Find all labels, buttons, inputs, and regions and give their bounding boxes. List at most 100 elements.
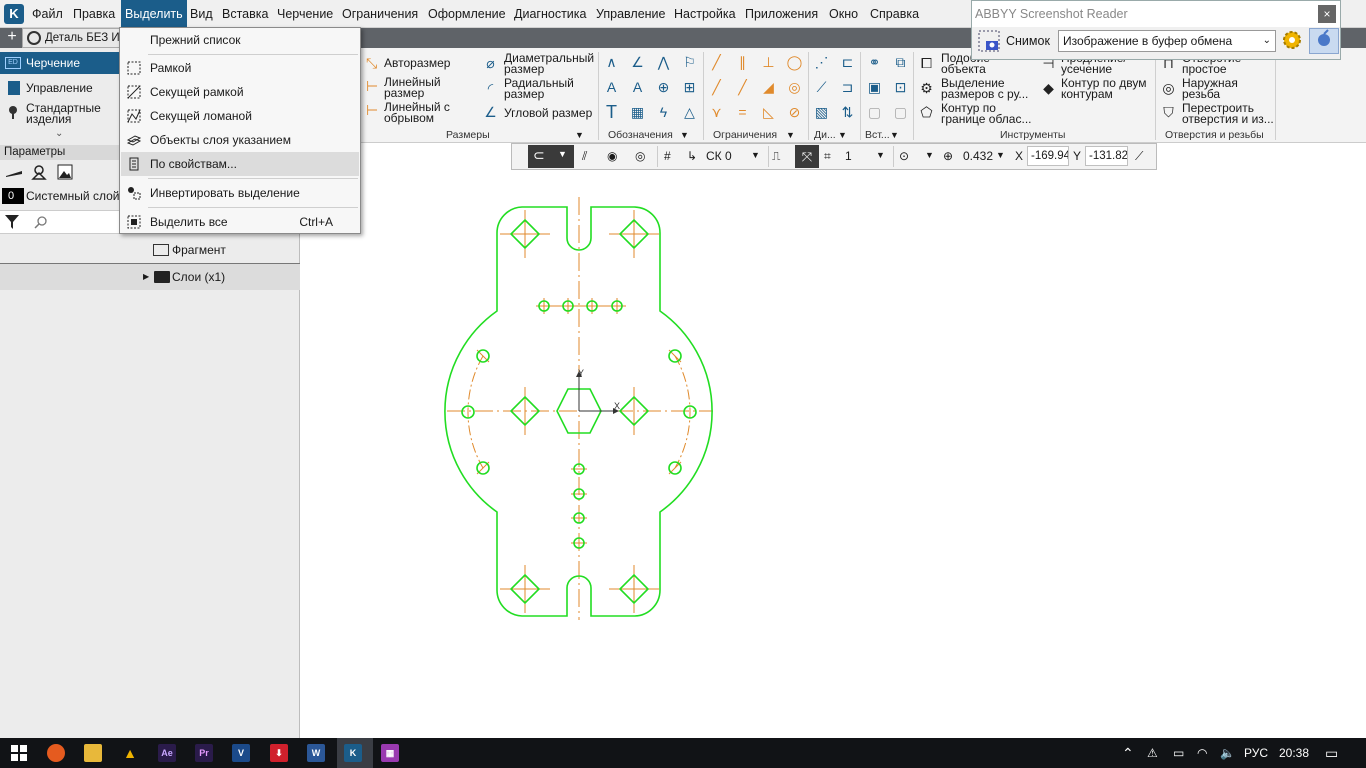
orthogonal-icon[interactable]: ⫽ [582, 148, 587, 164]
menu-drawing[interactable]: Черчение [277, 0, 333, 28]
y-coord-field[interactable]: -131.82 [1085, 146, 1128, 166]
tangent-constraint-icon[interactable]: ◯ [786, 54, 803, 71]
screenshot-reader-icon[interactable]: ▦ [381, 744, 399, 762]
symmetry-constraint-icon[interactable]: ⋎ [708, 104, 725, 121]
external-thread-label-2[interactable]: резьба [1182, 88, 1220, 100]
menu-item-by-properties[interactable]: По свойствам... [121, 152, 359, 176]
angular-dim-label[interactable]: Угловой размер [504, 107, 592, 119]
zoom-icon[interactable]: ⊕ [943, 148, 953, 164]
tray-language[interactable]: РУС [1244, 738, 1268, 768]
horizontal-constraint-icon[interactable]: ╱ [708, 54, 725, 71]
roughness-icon[interactable]: ∧ [603, 54, 620, 71]
contour-region-label-2[interactable]: границе облас... [941, 113, 1032, 125]
image-icon[interactable] [57, 164, 73, 180]
diag1-icon[interactable]: ⋰ [813, 54, 830, 71]
menu-window[interactable]: Окно [829, 0, 858, 28]
diag6-icon[interactable]: ⇅ [839, 104, 856, 121]
diag5-icon[interactable]: ▧ [813, 104, 830, 121]
group-diag-dropdown-icon[interactable]: ▼ [838, 130, 847, 140]
equal-length-icon[interactable]: = [734, 104, 751, 121]
tray-volume-icon[interactable]: 🔈 [1220, 738, 1235, 768]
menu-insert[interactable]: Вставка [222, 0, 268, 28]
leader2-icon[interactable]: A [629, 79, 646, 96]
simple-hole-label-2[interactable]: простое [1182, 63, 1227, 75]
premiere-icon[interactable]: Pr [195, 744, 213, 762]
eye-icon[interactable]: ◎ [635, 148, 645, 164]
radial-dim-label-2[interactable]: размер [504, 88, 544, 100]
menu-item-previous-list[interactable]: Прежний список [121, 28, 359, 52]
leader-icon[interactable]: A [603, 79, 620, 96]
insert2-icon[interactable]: ⧉ [892, 54, 909, 71]
cs-select[interactable]: СК 0 [706, 148, 732, 164]
search-icon[interactable] [34, 215, 48, 229]
diameter-dim-label-2[interactable]: размер [504, 63, 544, 75]
new-tab-plus-icon[interactable]: + [4, 28, 20, 48]
step-icon[interactable]: ⎍ [772, 148, 780, 164]
menu-item-frame[interactable]: Рамкой [121, 56, 359, 80]
app-triangle-icon[interactable]: ▲ [121, 744, 139, 762]
menu-applications[interactable]: Приложения [745, 0, 818, 28]
abbyy-mode-select[interactable]: Изображение в буфер обмена ⌄ [1058, 30, 1276, 52]
file-explorer-icon[interactable] [84, 744, 102, 762]
tree-item-layers[interactable]: Слои (x1) [172, 271, 225, 284]
app-logo-icon[interactable]: K [4, 4, 24, 24]
select-dims-label-2[interactable]: размеров с ру... [941, 88, 1028, 100]
zoom-window-dropdown-icon[interactable]: ▼ [925, 150, 934, 160]
menu-help[interactable]: Справка [870, 0, 919, 28]
parallel-constraint-icon[interactable]: ∥ [734, 54, 751, 71]
eyedropper-icon[interactable]: ⟋ [1135, 148, 1143, 164]
grid-icon[interactable]: # [664, 148, 671, 164]
downloader-icon[interactable]: ⬇ [270, 744, 288, 762]
collapse-chevron-icon[interactable]: ⌄ [55, 128, 63, 139]
menu-item-layer-objects[interactable]: Объекты слоя указанием [121, 128, 359, 152]
firefox-icon[interactable] [47, 744, 65, 762]
windows-start-icon[interactable] [11, 745, 27, 761]
menu-design[interactable]: Оформление [428, 0, 506, 28]
collinear-constraint-icon[interactable]: ╱ [708, 79, 725, 96]
insert3-icon[interactable]: ⊡ [892, 79, 909, 96]
fix-constraint-icon[interactable]: ◢ [760, 79, 777, 96]
local-cs-button[interactable]: ⤧ [795, 145, 819, 168]
zoom-window-icon[interactable]: ⊙ [899, 148, 909, 164]
menu-constraints[interactable]: Ограничения [342, 0, 418, 28]
linear-break-label-2[interactable]: обрывом [384, 112, 434, 124]
tray-wifi-icon[interactable]: ◠ [1197, 738, 1207, 768]
group-designations-dropdown-icon[interactable]: ▼ [680, 130, 689, 140]
show-icon[interactable]: ◉ [607, 148, 617, 164]
menu-management[interactable]: Управление [596, 0, 666, 28]
menu-diagnostics[interactable]: Диагностика [514, 0, 586, 28]
menu-item-select-all[interactable]: Выделить все Ctrl+A [121, 210, 359, 234]
group-sizes[interactable]: Размеры [446, 128, 490, 142]
filter-icon[interactable] [4, 214, 20, 230]
diag3-icon[interactable]: ⟋ [813, 79, 830, 96]
table-icon[interactable]: ▦ [629, 104, 646, 121]
tray-clock[interactable]: 20:38 [1279, 738, 1309, 768]
group-tools[interactable]: Инструменты [1000, 128, 1065, 142]
menu-view[interactable]: Вид [190, 0, 213, 28]
group-holes[interactable]: Отверстия и резьбы [1165, 128, 1264, 142]
group-insert[interactable]: Вст... [865, 128, 890, 142]
tab-management[interactable]: Управление [26, 82, 93, 94]
cs-dropdown-icon[interactable]: ▼ [751, 150, 760, 160]
drawing-canvas[interactable]: X Y [301, 170, 1366, 738]
perpendicular-constraint-icon[interactable]: ⊥ [760, 54, 777, 71]
diag2-icon[interactable]: ⊏ [839, 54, 856, 71]
tray-security-icon[interactable]: ⚠ [1147, 738, 1158, 768]
equal-constraint-icon[interactable]: ╱ [734, 79, 751, 96]
angle-constraint-icon[interactable]: ◺ [760, 104, 777, 121]
menu-settings[interactable]: Настройка [674, 0, 736, 28]
expand-arrow-icon[interactable]: ▶ [143, 272, 149, 281]
insert5-icon[interactable]: ▢ [892, 104, 909, 121]
abbyy-close-icon[interactable]: × [1318, 5, 1336, 23]
zoom-dropdown-icon[interactable]: ▼ [996, 150, 1005, 160]
insert1-icon[interactable]: ⚭ [866, 54, 883, 71]
autosize-label[interactable]: Авторазмер [384, 57, 450, 69]
group-diag[interactable]: Ди... [814, 128, 836, 142]
linear-dim-label-2[interactable]: размер [384, 87, 424, 99]
line-style-icon[interactable] [6, 166, 22, 177]
tree-item-fragment[interactable]: Фрагмент [172, 244, 226, 257]
menu-item-crossing-frame[interactable]: Секущей рамкой [121, 80, 359, 104]
group-insert-dropdown-icon[interactable]: ▼ [890, 130, 899, 140]
abbyy-settings-gear-icon[interactable] [1281, 29, 1303, 51]
abbyy-capture-button[interactable] [1309, 28, 1339, 54]
